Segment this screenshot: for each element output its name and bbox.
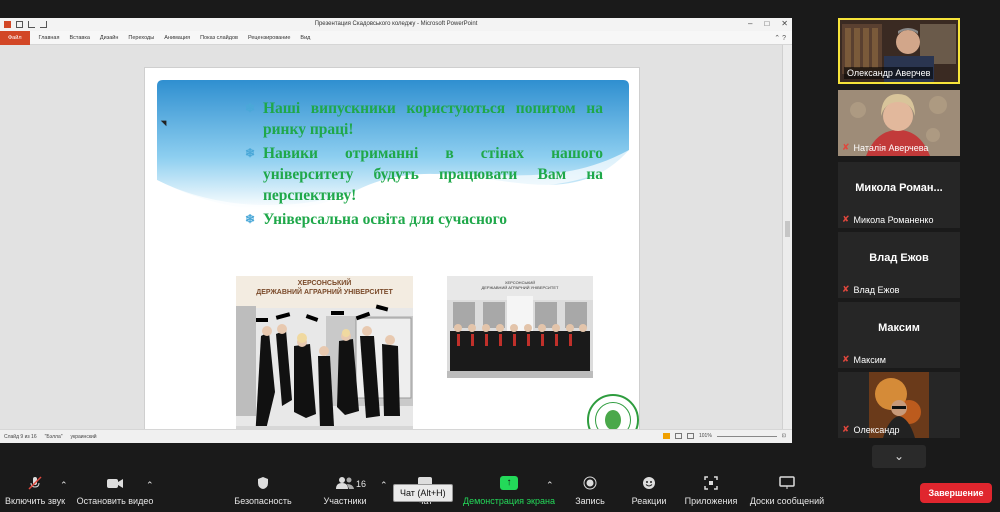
gallery-next-page-button[interactable]: ⌄ bbox=[872, 445, 926, 468]
zoom-slider[interactable] bbox=[716, 435, 777, 437]
ppt-vertical-scrollbar[interactable] bbox=[782, 45, 792, 429]
muted-mic-icon: ✘ bbox=[842, 424, 850, 434]
status-right-controls: 101% ⊡ bbox=[663, 433, 786, 439]
tab-animations[interactable]: Анимация bbox=[159, 35, 195, 41]
ppt-ribbon-tabs: Файл Главная Вставка Дизайн Переходы Ани… bbox=[0, 30, 792, 45]
graduates-photo-jumping: ХЕРСОНСЬКИЙ ДЕРЖАВНИЙ АГРАРНИЙ УНІВЕРСИТ… bbox=[236, 276, 413, 439]
zoom-level: 101% bbox=[699, 433, 712, 439]
participant-name-label: ✘ Олександр bbox=[842, 424, 900, 435]
participant-tile[interactable]: Олександр Аверчев bbox=[838, 18, 960, 84]
tab-slideshow[interactable]: Показ слайдов bbox=[195, 35, 243, 41]
slide-editing-area: ❄ Наші випускники користуються попитом на… bbox=[0, 45, 792, 440]
chevron-down-icon: ⌄ bbox=[893, 449, 905, 463]
bullet-item: ❄ Універсальна освіта для сучасного bbox=[245, 211, 508, 228]
end-meeting-button[interactable]: Завершение bbox=[920, 483, 992, 503]
participant-tile[interactable]: Микола Роман... ✘ Микола Романенко bbox=[838, 162, 960, 228]
tab-home[interactable]: Главная bbox=[34, 35, 65, 41]
video-camera-icon bbox=[75, 476, 155, 490]
participant-display-name: Максим bbox=[878, 322, 920, 334]
theme-name: "Бэлла" bbox=[44, 433, 63, 440]
participant-name-label: ✘ Наталія Аверчева bbox=[842, 142, 929, 153]
muted-mic-icon bbox=[4, 476, 66, 490]
whiteboards-button[interactable]: Доски сообщений bbox=[748, 476, 826, 506]
smile-plus-icon bbox=[626, 476, 672, 490]
share-arrow-icon: ↑ bbox=[500, 476, 518, 490]
window-title: Презентация Скадовського коледжу - Micro… bbox=[314, 21, 478, 27]
whiteboard-icon bbox=[748, 476, 826, 490]
ppt-status-bar: Слайд 9 из 16 "Бэлла" украинский 101% ⊡ bbox=[0, 429, 792, 443]
participant-tile[interactable]: Максим ✘ Максим bbox=[838, 302, 960, 368]
tab-file[interactable]: Файл bbox=[0, 30, 30, 45]
tab-review[interactable]: Рецензирование bbox=[243, 35, 295, 41]
security-button[interactable]: Безопасность bbox=[232, 476, 294, 506]
meeting-toolbar: Включить звук ⌃ Остановить видео ⌃ Безоп… bbox=[0, 470, 1000, 512]
participants-count: 16 bbox=[356, 479, 367, 489]
fit-slide-icon[interactable]: ⊡ bbox=[782, 433, 786, 439]
photo2-building-sign: ХЕРСОНСЬКИЙ ДЕРЖАВНИЙ АГРАРНИЙ УНІВЕРСИТ… bbox=[481, 280, 559, 290]
record-button[interactable]: Запись bbox=[570, 476, 610, 506]
participants-options-caret[interactable]: ⌃ bbox=[380, 480, 388, 491]
normal-view-icon[interactable] bbox=[663, 433, 670, 439]
leaf-emblem-icon bbox=[605, 410, 621, 430]
stop-video-button[interactable]: Остановить видео bbox=[75, 476, 155, 506]
record-icon bbox=[570, 476, 610, 490]
reading-view-icon[interactable] bbox=[687, 433, 694, 439]
bullet-item: ❄ Наші випускники користуються попитом на… bbox=[245, 100, 603, 138]
slide: ❄ Наші випускники користуються попитом на… bbox=[144, 67, 640, 440]
tab-view[interactable]: Вид bbox=[295, 35, 315, 41]
apps-icon bbox=[682, 476, 740, 490]
muted-mic-icon: ✘ bbox=[842, 214, 850, 224]
muted-mic-icon: ✘ bbox=[842, 142, 850, 152]
ppt-title-bar: Презентация Скадовського коледжу - Micro… bbox=[0, 18, 792, 31]
slide-counter: Слайд 9 из 16 bbox=[4, 433, 37, 440]
slide-sorter-icon[interactable] bbox=[675, 433, 682, 439]
tab-transitions[interactable]: Переходы bbox=[123, 35, 159, 41]
snowflake-bullet-icon: ❄ bbox=[245, 101, 256, 115]
tab-design[interactable]: Дизайн bbox=[95, 35, 124, 41]
zoom-meeting-window: Презентация Скадовського коледжу - Micro… bbox=[0, 0, 1000, 512]
shared-powerpoint-window: Презентация Скадовського коледжу - Micro… bbox=[0, 18, 792, 443]
window-controls: – □ ✕ bbox=[748, 19, 788, 28]
shield-icon bbox=[232, 476, 294, 490]
muted-mic-icon: ✘ bbox=[842, 354, 850, 364]
participant-name-label: ✘ Микола Романенко bbox=[842, 214, 934, 225]
audio-options-caret[interactable]: ⌃ bbox=[60, 480, 68, 491]
share-screen-button[interactable]: ↑ Демонстрация экрана bbox=[462, 476, 556, 506]
participant-tile[interactable]: ✘ Олександр bbox=[838, 372, 960, 438]
participant-name-label: Олександр Аверчев bbox=[844, 67, 934, 79]
maximize-icon[interactable]: □ bbox=[764, 19, 769, 28]
muted-mic-icon: ✘ bbox=[842, 284, 850, 294]
reactions-button[interactable]: Реакции bbox=[626, 476, 672, 506]
apps-button[interactable]: Приложения bbox=[682, 476, 740, 506]
graduates-group-photo: ХЕРСОНСЬКИЙ ДЕРЖАВНИЙ АГРАРНИЙ УНІВЕРСИТ… bbox=[447, 276, 593, 378]
snowflake-bullet-icon: ❄ bbox=[245, 146, 256, 160]
participant-tile[interactable]: Влад Ежов ✘ Влад Ежов bbox=[838, 232, 960, 298]
close-icon[interactable]: ✕ bbox=[781, 19, 788, 28]
video-options-caret[interactable]: ⌃ bbox=[146, 480, 154, 491]
photo1-building-sign: ХЕРСОНСЬКИЙ ДЕРЖАВНИЙ АГРАРНИЙ УНІВЕРСИТ… bbox=[256, 280, 393, 296]
bullet-item: ❄ Навики отриманні в стінах нашого універ… bbox=[245, 145, 603, 204]
language: украинский bbox=[70, 433, 97, 440]
participant-display-name: Микола Роман... bbox=[855, 182, 943, 194]
participant-display-name: Влад Ежов bbox=[869, 252, 929, 264]
participant-name-label: ✘ Максим bbox=[842, 354, 886, 365]
slide-bullet-list: ❄ Наші випускники користуються попитом на… bbox=[245, 98, 603, 230]
ribbon-help-icon[interactable]: ⌃ ? bbox=[774, 34, 786, 42]
minimize-icon[interactable]: – bbox=[748, 19, 752, 28]
snowflake-bullet-icon: ❄ bbox=[245, 212, 256, 226]
unmute-button[interactable]: Включить звук bbox=[4, 476, 66, 506]
chat-tooltip: Чат (Alt+H) bbox=[393, 484, 453, 502]
share-options-caret[interactable]: ⌃ bbox=[546, 480, 554, 491]
participant-name-label: ✘ Влад Ежов bbox=[842, 284, 900, 295]
tab-insert[interactable]: Вставка bbox=[64, 35, 94, 41]
participant-tile[interactable]: ✘ Наталія Аверчева bbox=[838, 90, 960, 156]
